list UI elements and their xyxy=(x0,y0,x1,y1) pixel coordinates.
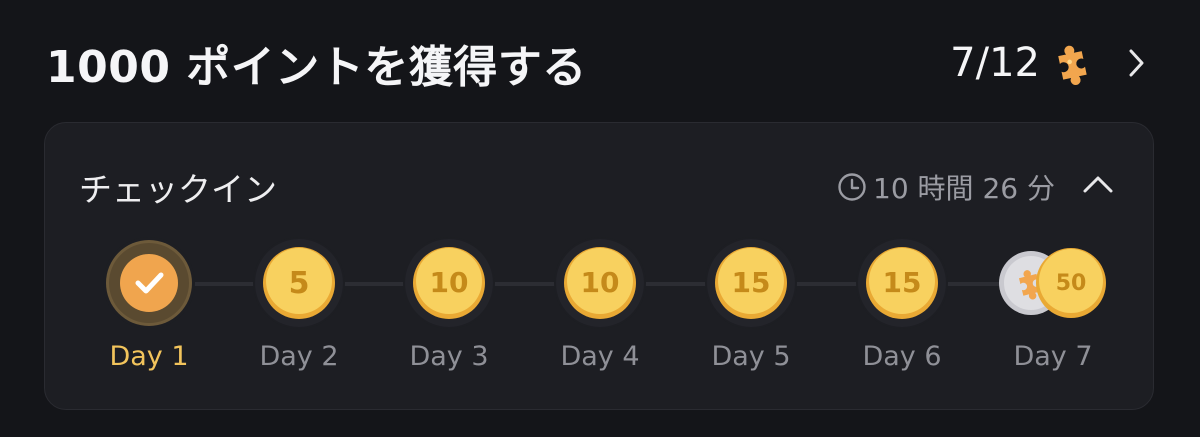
day-item-3[interactable]: 10 Day 3 xyxy=(379,237,519,387)
progress-count: 7/12 xyxy=(950,40,1040,86)
coin-icon: 15 xyxy=(856,237,948,329)
puzzle-piece-icon xyxy=(1058,45,1087,85)
day-label: Day 6 xyxy=(862,341,942,372)
coin-value: 15 xyxy=(732,266,771,299)
check-icon xyxy=(106,240,192,326)
day-item-6[interactable]: 15 Day 6 xyxy=(832,237,972,387)
checkin-card: チェックイン 10 時間 26 分 Day 1 5 Day 2 10 Day 3… xyxy=(44,122,1154,410)
day-label: Day 7 xyxy=(1013,341,1093,372)
coin-icon: 10 xyxy=(554,237,646,329)
coin-value: 15 xyxy=(883,266,922,299)
coin-icon: 15 xyxy=(705,237,797,329)
day-label: Day 1 xyxy=(109,341,189,372)
timer-text: 10 時間 26 分 xyxy=(873,172,1055,205)
day-item-7[interactable]: 50 Day 7 xyxy=(983,237,1123,387)
progress-link[interactable]: 7/12 xyxy=(950,39,1148,87)
checkin-title: チェックイン xyxy=(79,170,277,209)
countdown-timer: 10 時間 26 分 xyxy=(837,167,1055,207)
day-list: Day 1 5 Day 2 10 Day 3 10 Day 4 15 Day 5… xyxy=(45,237,1153,387)
day-item-5[interactable]: 15 Day 5 xyxy=(681,237,821,387)
day-item-2[interactable]: 5 Day 2 xyxy=(229,237,369,387)
chevron-up-icon[interactable] xyxy=(1081,171,1115,197)
header: 1000 ポイントを獲得する 7/12 xyxy=(46,28,1148,98)
coin-icon: 5 xyxy=(253,237,345,329)
day-item-4[interactable]: 10 Day 4 xyxy=(530,237,670,387)
coin-value: 10 xyxy=(581,266,620,299)
coin-value: 50 xyxy=(1056,271,1087,296)
day-item-1[interactable]: Day 1 xyxy=(79,237,219,387)
bonus-reward: 50 xyxy=(991,237,1115,329)
page-title: 1000 ポイントを獲得する xyxy=(46,42,587,93)
coin-value: 10 xyxy=(430,266,469,299)
chevron-right-icon xyxy=(1129,49,1144,77)
day-label: Day 4 xyxy=(560,341,640,372)
day-1-reward xyxy=(103,237,195,329)
day-label: Day 2 xyxy=(259,341,339,372)
clock-icon xyxy=(838,173,866,201)
coin-value: 5 xyxy=(289,266,310,301)
day-label: Day 5 xyxy=(711,341,791,372)
coin-icon: 10 xyxy=(403,237,495,329)
day-label: Day 3 xyxy=(409,341,489,372)
